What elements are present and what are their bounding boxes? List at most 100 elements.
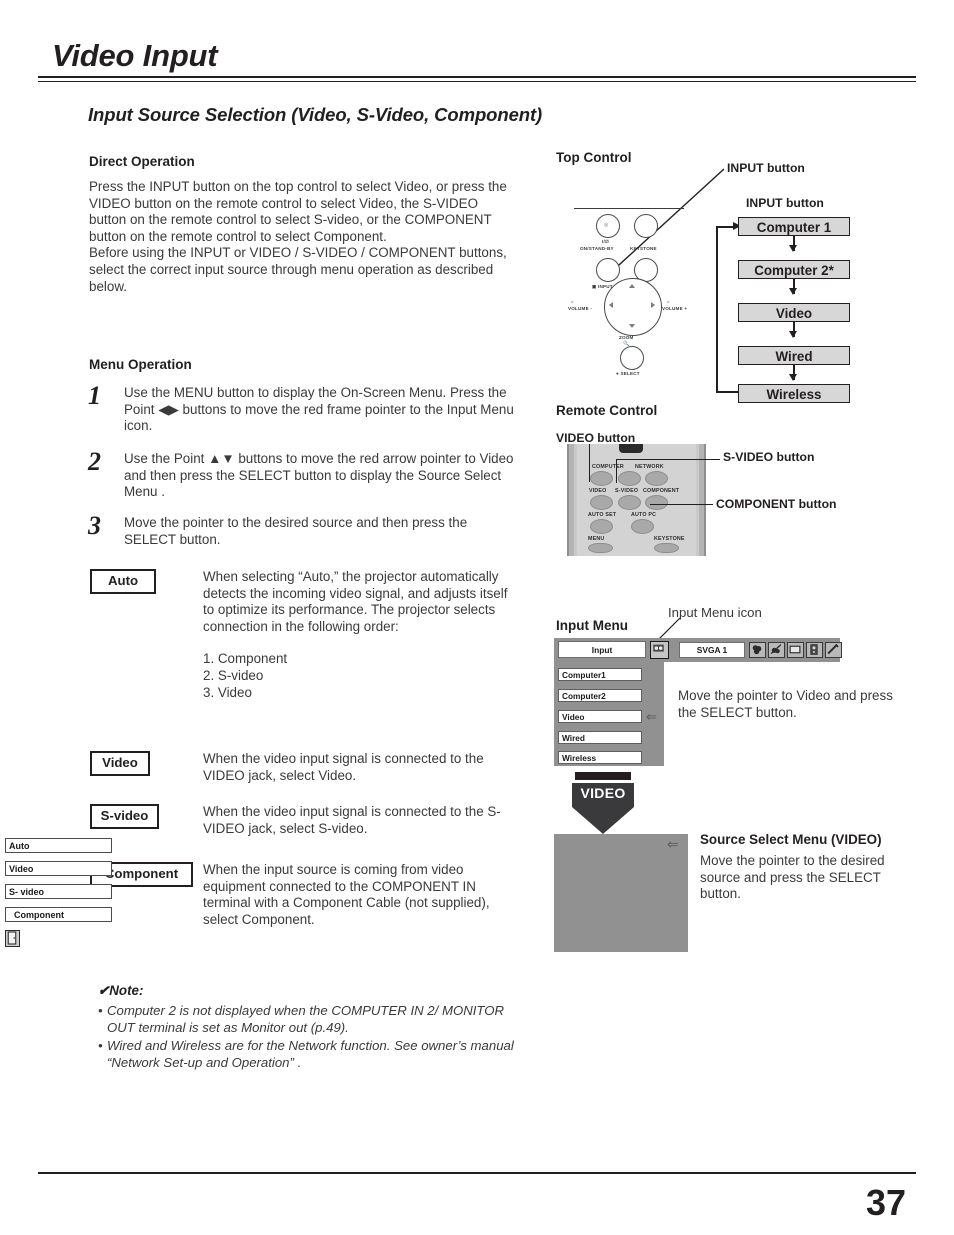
flow-arrow-3 — [789, 322, 798, 338]
input-source-icon[interactable] — [650, 641, 669, 659]
source-red-arrow-pointer-icon: ⇐ — [667, 836, 679, 852]
video-arrow-label: VIDEO — [580, 785, 626, 801]
direct-operation-heading: Direct Operation — [89, 154, 195, 169]
check-icon: ✔ — [98, 983, 110, 998]
label-keystone-remote: KEYSTONE — [654, 536, 685, 542]
flow-loop-line-vertical — [716, 226, 718, 393]
order-item-3: 3. Video — [203, 684, 252, 700]
flow-box-video: Video — [738, 303, 850, 322]
osd-item-wired[interactable]: Wired — [558, 731, 642, 744]
svideo-button-icon — [618, 495, 641, 510]
label-volume-minus-text: VOLUME - — [568, 306, 593, 311]
note-heading-label: Note: — [109, 983, 144, 998]
arrow-head-icon — [789, 331, 798, 338]
direct-operation-body: Press the INPUT button on the top contro… — [89, 179, 507, 294]
step-text: Move the pointer to the desired source a… — [124, 515, 468, 547]
source-item-video[interactable]: Video — [5, 861, 112, 876]
leader-component-h — [650, 504, 713, 506]
osd-item-video[interactable]: Video — [558, 710, 642, 723]
osd-item-computer1[interactable]: Computer1 — [558, 668, 642, 681]
point-left-icon — [609, 302, 613, 308]
sound-icon[interactable] — [806, 642, 823, 658]
input-button-flow-chart: INPUT button Computer 1 Computer 2* Vide… — [712, 196, 892, 412]
step-number: 1 — [88, 381, 101, 410]
leader-video — [589, 444, 591, 482]
color-adjust-icon[interactable] — [749, 642, 766, 658]
remote-right-edge — [699, 444, 704, 556]
note-list: Computer 2 is not displayed when the COM… — [98, 1003, 518, 1071]
callout-input-menu-icon: Input Menu icon — [668, 605, 762, 620]
step-number: 3 — [88, 511, 101, 540]
label-component: COMPONENT — [643, 488, 680, 494]
manual-page: Video Input Input Source Selection (Vide… — [0, 0, 954, 1235]
header-rule-thin — [38, 81, 916, 82]
flow-chart-title: INPUT button — [746, 196, 824, 210]
osd-input-title-field[interactable]: Input — [558, 641, 646, 658]
page-title: Video Input — [52, 38, 218, 73]
osd-mode-field[interactable]: SVGA 1 — [679, 642, 745, 658]
source-item-auto[interactable]: Auto — [5, 838, 112, 853]
source-item-component[interactable]: Component — [5, 907, 112, 922]
order-item-1: 1. Component — [203, 651, 288, 667]
step-text: Use the MENU button to display the On-Sc… — [124, 385, 514, 434]
keystone-button-remote-icon — [654, 543, 679, 553]
source-select-heading: Source Select Menu (VIDEO) — [700, 832, 882, 847]
label-auto-pc: AUTO PC — [631, 512, 657, 518]
exit-door-icon[interactable] — [5, 930, 20, 947]
video-arrow-cap — [575, 772, 631, 780]
flow-arrow-4 — [789, 365, 798, 381]
note-item: Computer 2 is not displayed when the COM… — [98, 1003, 518, 1036]
select-button-icon — [620, 346, 644, 370]
top-control-illustration: ◎ I/∅ ON/STAND-BY KEYSTONE ▣ INPUT ▣ MEN… — [568, 196, 702, 376]
remote-left-edge — [569, 444, 574, 556]
section-title: Input Source Selection (Video, S-Video, … — [88, 104, 543, 125]
label-volume-minus: ☼ — [570, 299, 575, 304]
component-button-icon — [645, 495, 668, 510]
video-arrow-point-icon — [572, 807, 634, 834]
page-number: 37 — [865, 1182, 906, 1223]
input-button-icon — [596, 258, 620, 282]
source-select-instruction: Move the pointer to the desired source a… — [700, 853, 885, 902]
flow-box-wireless: Wireless — [738, 384, 850, 403]
osd-item-wireless[interactable]: Wireless — [558, 751, 642, 764]
label-auto-set: AUTO SET — [588, 512, 617, 518]
menu-operation-heading: Menu Operation — [89, 357, 192, 372]
point-up-icon — [629, 284, 635, 288]
auto-detect-order: 1. Component 2. S-video 3. Video — [203, 651, 521, 701]
remote-ir-emitter-icon — [619, 444, 643, 453]
label-volume-plus-text: VOLUME + — [662, 306, 688, 311]
screen-icon[interactable] — [787, 642, 804, 658]
arrow-head-icon — [789, 288, 798, 295]
network-button-icon — [645, 471, 668, 486]
note-heading: ✔Note: — [98, 983, 518, 999]
image-select-glyph — [770, 644, 782, 655]
auto-pc-button-icon — [631, 519, 654, 534]
source-desc-video: When the video input signal is connected… — [203, 751, 484, 783]
arrow-head-icon — [789, 245, 798, 252]
osd-item-computer2[interactable]: Computer2 — [558, 689, 642, 702]
footer-rule — [38, 1172, 916, 1174]
label-on-standby: ON/STAND-BY — [580, 246, 614, 251]
order-item-2: 2. S-video — [203, 667, 264, 683]
auto-set-button-icon — [590, 519, 613, 534]
label-zoom-down: ZOOM — [619, 335, 634, 340]
label-network: NETWORK — [635, 464, 664, 470]
header-rule-thick — [38, 76, 916, 78]
label-volume-plus: ☼ — [666, 299, 671, 304]
menu-button-remote-icon — [588, 543, 613, 553]
setting-icon[interactable] — [825, 642, 842, 658]
computer-button-icon — [590, 471, 613, 486]
note-block: ✔Note: Computer 2 is not displayed when … — [98, 983, 518, 1071]
source-desc-component: When the input source is coming from vid… — [203, 862, 490, 927]
label-menu-remote: MENU — [588, 536, 605, 542]
source-chip-svideo: S-video — [90, 804, 159, 829]
callout-svideo-button: S-VIDEO button — [723, 450, 815, 464]
color-adjust-glyph — [752, 645, 762, 655]
image-select-icon[interactable] — [768, 642, 785, 658]
osd-red-arrow-pointer-icon: ⇐ — [646, 709, 657, 724]
source-desc-auto: When selecting “Auto,” the projector aut… — [203, 569, 521, 701]
flow-box-computer-1: Computer 1 — [738, 217, 850, 236]
callout-component-button: COMPONENT button — [716, 497, 837, 511]
point-down-icon — [629, 324, 635, 328]
source-item-svideo[interactable]: S- video — [5, 884, 112, 899]
